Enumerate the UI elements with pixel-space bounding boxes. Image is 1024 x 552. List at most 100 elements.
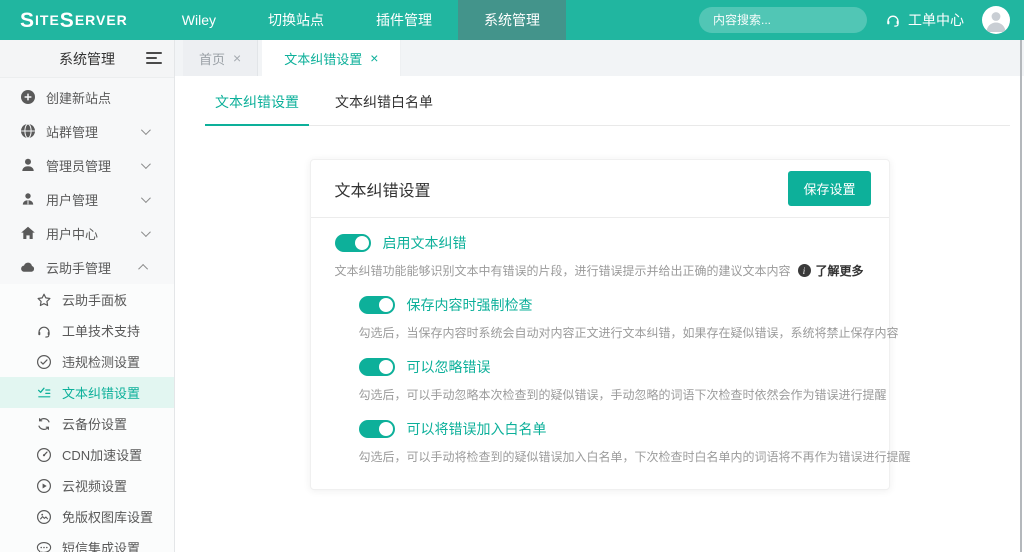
sidebar-item-label: 违规检测设置 [62,352,140,371]
info-icon[interactable]: i [798,264,811,277]
admin-icon [20,157,36,173]
sync-icon [36,416,52,432]
toggle-ignore-errors[interactable] [359,358,395,376]
chevron-down-icon [141,227,151,237]
setting-description-text: 勾选后，当保存内容时系统会自动对内容正文进行文本纠错，如果存在疑似错误，系统将禁… [359,324,899,341]
star-icon [36,292,52,308]
setting-description-text: 勾选后，可以手动忽略本次检查到的疑似错误，手动忽略的词语下次检查时依然会作为错误… [359,386,887,403]
tab-correction-whitelist[interactable]: 文本纠错白名单 [325,92,443,125]
cloud-icon [20,259,36,275]
toggle-knob [379,422,393,436]
sidebar-menu: 创建新站点 站群管理 管理员管理 用户管理 用户中心 [0,78,174,552]
sidebar-item-violation-check[interactable]: 违规检测设置 [0,346,174,377]
setting-label: 可以将错误加入白名单 [407,419,547,439]
toggle-enable-correction[interactable] [335,234,371,252]
setting-label: 启用文本纠错 [383,233,467,253]
top-nav-items: Wiley 切换站点 插件管理 系统管理 [156,0,566,40]
chevron-down-icon [141,125,151,135]
sidebar-header: 系统管理 [0,40,174,78]
check-circle-icon [36,354,52,370]
sidebar-item-create-site[interactable]: 创建新站点 [0,80,174,114]
home-icon [20,225,36,241]
page-scrollbar[interactable] [1020,40,1022,552]
setting-description-text: 文本纠错功能能够识别文本中有错误的片段，进行错误提示并给出正确的建议文本内容 [335,262,791,279]
learn-more-link[interactable]: 了解更多 [816,262,864,279]
save-settings-button[interactable]: 保存设置 [788,171,870,206]
logo-text: S [20,10,35,31]
sidebar-item-label: 管理员管理 [46,156,111,175]
sidebar-item-cloud-video[interactable]: 云视频设置 [0,470,174,501]
globe-icon [20,123,36,139]
siteserver-logo[interactable]: SITESERVER [0,0,156,40]
setting-add-to-whitelist: 可以将错误加入白名单 勾选后，可以手动将检查到的疑似错误加入白名单，下次检查时白… [359,419,871,465]
nav-item-wiley[interactable]: Wiley [156,0,242,40]
sidebar-item-admins[interactable]: 管理员管理 [0,148,174,182]
top-navbar: SITESERVER Wiley 切换站点 插件管理 系统管理 工单中心 [0,0,1024,40]
chevron-down-icon [141,193,151,203]
sidebar-item-label: 云助手面板 [62,290,127,309]
nav-item-plugins[interactable]: 插件管理 [350,0,458,40]
ticket-center[interactable]: 工单中心 [885,10,964,30]
card-title: 文本纠错设置 [335,177,431,201]
sidebar-item-text-correction[interactable]: 文本纠错设置 [0,377,174,408]
workspace-tab-home[interactable]: 首页 × [183,40,258,76]
card-body: 启用文本纠错 文本纠错功能能够识别文本中有错误的片段，进行错误提示并给出正确的建… [311,218,889,489]
setting-ignore-errors: 可以忽略错误 勾选后，可以手动忽略本次检查到的疑似错误，手动忽略的词语下次检查时… [359,357,871,403]
content-tabs: 文本纠错设置 文本纠错白名单 [205,76,1010,126]
workspace-tab-text-correction[interactable]: 文本纠错设置 × [262,40,401,76]
close-icon[interactable]: × [370,50,378,66]
sidebar-item-users[interactable]: 用户管理 [0,182,174,216]
headset-icon [36,323,52,339]
nav-item-system[interactable]: 系统管理 [458,0,566,40]
sidebar-item-cloud-backup[interactable]: 云备份设置 [0,408,174,439]
setting-description: 文本纠错功能能够识别文本中有错误的片段，进行错误提示并给出正确的建议文本内容 i… [335,262,871,279]
sidebar-item-user-center[interactable]: 用户中心 [0,216,174,250]
tab-correction-settings[interactable]: 文本纠错设置 [205,92,309,125]
list-check-icon [36,385,52,401]
workspace-tab-strip: 首页 × 文本纠错设置 × [175,40,1024,76]
nav-item-switch-site[interactable]: 切换站点 [242,0,350,40]
app-root: SITESERVER Wiley 切换站点 插件管理 系统管理 工单中心 系统管… [0,0,1024,552]
sidebar: 系统管理 创建新站点 站群管理 管理员管理 用户管理 [0,40,175,552]
image-icon [36,509,52,525]
content-search[interactable] [699,7,867,33]
sidebar-item-site-group[interactable]: 站群管理 [0,114,174,148]
navbar-right: 工单中心 [699,0,1024,40]
tab-label: 文本纠错设置 [284,49,362,68]
toggle-knob [379,360,393,374]
settings-card: 文本纠错设置 保存设置 启用文本纠错 文本纠错功能能够识别文本中有错误的片段，进… [310,159,890,490]
main-area: 首页 × 文本纠错设置 × 文本纠错设置 文本纠错白名单 文本纠错设置 保存设置 [175,40,1024,552]
setting-description: 勾选后，可以手动忽略本次检查到的疑似错误，手动忽略的词语下次检查时依然会作为错误… [359,386,871,403]
sidebar-item-label: 用户管理 [46,190,98,209]
toggle-add-whitelist[interactable] [359,420,395,438]
sidebar-item-label: 站群管理 [46,122,98,141]
sidebar-item-ticket-support[interactable]: 工单技术支持 [0,315,174,346]
setting-description: 勾选后，可以手动将检查到的疑似错误加入白名单，下次检查时白名单内的词语将不再作为… [359,448,871,465]
sidebar-item-label: 用户中心 [46,224,98,243]
sidebar-collapse-icon[interactable] [146,52,162,67]
toggle-knob [379,298,393,312]
sidebar-item-cloud-assistant[interactable]: 云助手管理 [0,250,174,284]
user-icon [20,191,36,207]
sidebar-title: 系统管理 [59,49,115,69]
sidebar-item-label: 云备份设置 [62,414,127,433]
sidebar-item-cloud-panel[interactable]: 云助手面板 [0,284,174,315]
plus-circle-icon [20,89,36,105]
setting-force-check-on-save: 保存内容时强制检查 勾选后，当保存内容时系统会自动对内容正文进行文本纠错，如果存… [359,295,871,341]
card-header: 文本纠错设置 保存设置 [311,160,889,218]
sidebar-item-label: 工单技术支持 [62,321,140,340]
sidebar-item-sms[interactable]: 短信集成设置 [0,532,174,552]
toggle-force-check[interactable] [359,296,395,314]
sidebar-item-label: 文本纠错设置 [62,383,140,402]
sidebar-item-label: 云视频设置 [62,476,127,495]
headset-icon [885,12,901,28]
search-input[interactable] [713,13,868,27]
sidebar-item-image-library[interactable]: 免版权图库设置 [0,501,174,532]
sidebar-item-label: 免版权图库设置 [62,507,153,526]
close-icon[interactable]: × [233,50,241,66]
toggle-knob [355,236,369,250]
sidebar-item-cdn[interactable]: CDN加速设置 [0,439,174,470]
avatar[interactable] [982,6,1010,34]
setting-label: 保存内容时强制检查 [407,295,533,315]
play-circle-icon [36,478,52,494]
